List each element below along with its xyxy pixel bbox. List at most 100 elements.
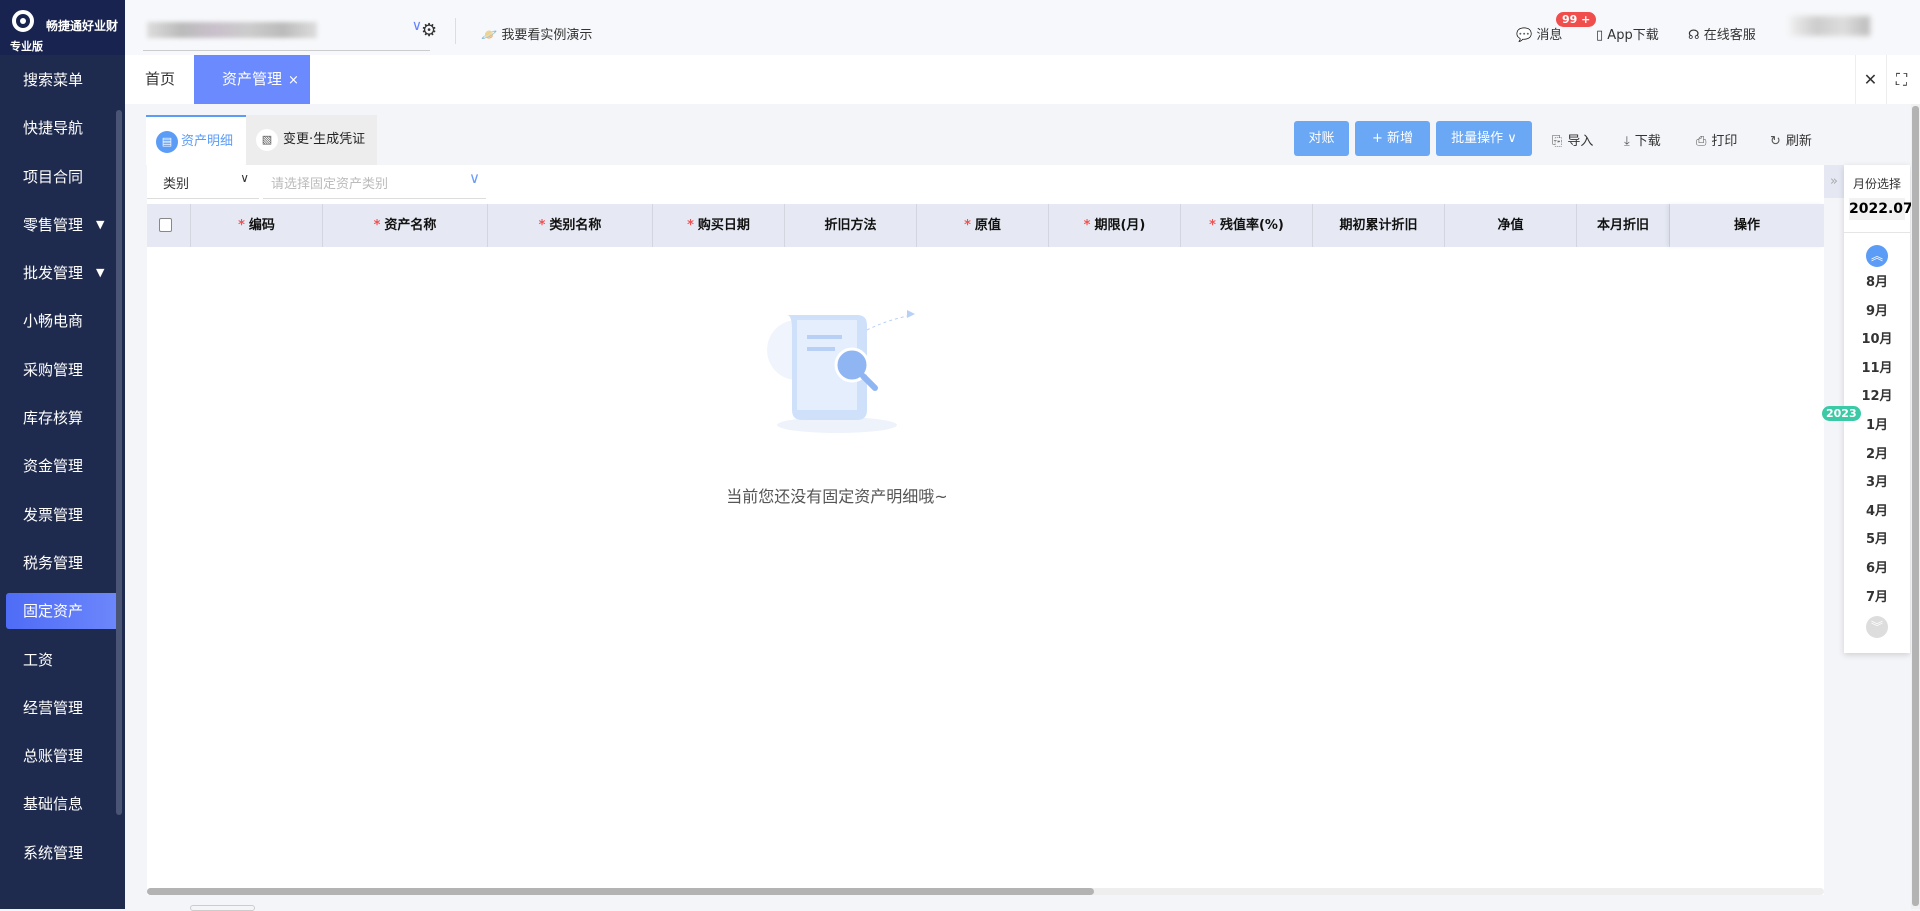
column-label: 原值 bbox=[974, 218, 1001, 233]
divider bbox=[455, 18, 456, 44]
sidebar-item-label: 零售管理 bbox=[23, 215, 84, 234]
page-scrollbar[interactable] bbox=[1911, 104, 1920, 909]
column-header: * 残值率(%) bbox=[1181, 204, 1313, 247]
sidebar-item[interactable]: 批发管理 ▼ bbox=[0, 253, 125, 301]
sidebar-item[interactable]: 经营管理 bbox=[0, 688, 125, 736]
add-button[interactable]: + 新增 bbox=[1355, 121, 1430, 156]
sidebar-item[interactable]: 固定资产 bbox=[0, 591, 125, 639]
month-item[interactable]: 5月 bbox=[1844, 526, 1910, 555]
sidebar-item[interactable]: 基础信息 bbox=[0, 784, 125, 832]
tab-home[interactable]: 首页 bbox=[145, 55, 175, 104]
message-count-badge: 99 + bbox=[1556, 12, 1597, 27]
edition-label: 专业版 bbox=[10, 40, 43, 53]
sidebar-item-label: 快捷导航 bbox=[23, 119, 84, 138]
column-label: 期初累计折旧 bbox=[1339, 218, 1418, 233]
sidebar-item[interactable]: 搜索菜单 bbox=[0, 60, 125, 108]
brand-name: 畅捷通好业财 bbox=[46, 19, 119, 33]
table-header: * 编码 * 资产名称 * 类别名称 * 购买日期 折旧方法 * 原值 * 期限(月) * 残值率(%) 期初… bbox=[147, 204, 1824, 247]
month-item[interactable]: 11月 bbox=[1844, 355, 1910, 384]
month-item[interactable]: 2月 bbox=[1844, 441, 1910, 470]
scroll-down-icon[interactable]: ︾ bbox=[1866, 616, 1888, 639]
filter-type-select[interactable]: 类别 ∨ bbox=[147, 165, 259, 199]
required-mark: * bbox=[1083, 218, 1091, 233]
close-icon[interactable]: × bbox=[288, 73, 299, 88]
user-avatar-blurred[interactable] bbox=[1790, 16, 1870, 36]
sidebar-item[interactable]: 资金管理 bbox=[0, 446, 125, 494]
messages-button[interactable]: 💬 消息 bbox=[1516, 24, 1562, 43]
caret-down-icon: ▼ bbox=[96, 217, 105, 231]
column-label: 残值率(%) bbox=[1219, 218, 1284, 233]
gear-icon[interactable]: ⚙ bbox=[421, 20, 437, 41]
chevron-down-icon: ∨ bbox=[240, 171, 249, 185]
collapse-month-panel-icon[interactable]: » bbox=[1824, 165, 1844, 198]
sidebar-item[interactable]: 工资 bbox=[0, 640, 125, 688]
column-header: * 购买日期 bbox=[653, 204, 785, 247]
month-item[interactable]: 10月 bbox=[1844, 326, 1910, 355]
sidebar-item[interactable]: 税务管理 bbox=[0, 543, 125, 591]
month-item[interactable]: 9月 bbox=[1844, 298, 1910, 327]
messages-label: 消息 bbox=[1536, 28, 1563, 43]
refresh-button[interactable]: ↻ 刷新 bbox=[1770, 130, 1812, 149]
sidebar-item[interactable]: 小畅电商 bbox=[0, 301, 125, 349]
company-name-blurred bbox=[147, 22, 317, 38]
month-item[interactable]: 4月 bbox=[1844, 498, 1910, 527]
sidebar-item[interactable]: 发票管理 bbox=[0, 495, 125, 543]
column-label: 编码 bbox=[248, 218, 275, 233]
sidebar-item[interactable]: 项目合同 bbox=[0, 157, 125, 205]
column-label: 期限(月) bbox=[1094, 218, 1146, 233]
app-download-button[interactable]: ▯ App下载 bbox=[1596, 24, 1659, 43]
month-item[interactable]: 3月 bbox=[1844, 469, 1910, 498]
refresh-label: 刷新 bbox=[1785, 134, 1812, 149]
sidebar-scrollbar[interactable] bbox=[116, 110, 122, 815]
required-mark: * bbox=[538, 218, 546, 233]
tab-asset-management[interactable]: 资产管理 × bbox=[194, 55, 310, 104]
reconcile-button[interactable]: 对账 bbox=[1294, 121, 1349, 156]
headset-icon: ☊ bbox=[1688, 28, 1700, 43]
scrollbar-thumb[interactable] bbox=[147, 888, 1094, 895]
batch-operation-button[interactable]: 批量操作 ∨ bbox=[1436, 121, 1532, 156]
subtab-change-voucher[interactable]: ▧ 变更·生成凭证 bbox=[246, 115, 377, 165]
print-button[interactable]: ⎙ 打印 bbox=[1696, 130, 1737, 149]
document-icon: ▧ bbox=[256, 129, 278, 151]
month-item[interactable]: 8月 bbox=[1844, 269, 1910, 298]
import-button[interactable]: ⎘ 导入 bbox=[1552, 130, 1593, 149]
month-list: 8月 9月 10月 11月 12月 1月 2月 3月 4月 5月 6月 7月 bbox=[1844, 269, 1910, 612]
required-mark: * bbox=[1209, 218, 1216, 233]
column-header: * 资产名称 bbox=[323, 204, 488, 247]
fullscreen-icon[interactable]: ⛶ bbox=[1886, 55, 1916, 104]
column-header: 本月折旧 bbox=[1577, 204, 1670, 247]
sidebar-item[interactable]: 总账管理 bbox=[0, 736, 125, 784]
download-button[interactable]: ⤓ 下载 bbox=[1624, 130, 1661, 149]
month-item[interactable]: 6月 bbox=[1844, 555, 1910, 584]
month-item[interactable]: 7月 bbox=[1844, 584, 1910, 613]
close-all-tabs-icon[interactable]: ✕ bbox=[1855, 55, 1885, 104]
pagination-control[interactable] bbox=[190, 905, 255, 911]
column-label: 本月折旧 bbox=[1596, 218, 1649, 233]
scroll-up-icon[interactable]: ︽ bbox=[1866, 245, 1888, 267]
category-select[interactable]: 请选择固定资产类别 ∨ bbox=[263, 165, 486, 199]
sidebar-item[interactable]: 采购管理 bbox=[0, 350, 125, 398]
demo-link[interactable]: 🪐 我要看实例演示 bbox=[481, 24, 592, 43]
column-header: 期初累计折旧 bbox=[1313, 204, 1445, 247]
company-select[interactable]: ∨ bbox=[143, 18, 430, 51]
sidebar-item-label: 税务管理 bbox=[23, 553, 84, 572]
column-header: * 原值 bbox=[917, 204, 1049, 247]
filter-type-value: 类别 bbox=[163, 177, 190, 192]
sidebar-item[interactable]: 库存核算 bbox=[0, 398, 125, 446]
page-scrollbar-thumb[interactable] bbox=[1912, 106, 1919, 906]
sidebar-nav: 搜索菜单快捷导航项目合同零售管理 ▼ 批发管理 ▼ 小畅电商 采购管理库存核算资金管理发票… bbox=[0, 60, 125, 881]
online-service-button[interactable]: ☊ 在线客服 bbox=[1688, 24, 1756, 43]
column-label: 购买日期 bbox=[697, 218, 750, 233]
sidebar-item-label: 经营管理 bbox=[23, 698, 84, 717]
sidebar-item-label: 发票管理 bbox=[23, 505, 84, 524]
select-all-checkbox[interactable] bbox=[159, 218, 172, 232]
sidebar-item-label: 库存核算 bbox=[23, 409, 84, 428]
horizontal-scrollbar[interactable] bbox=[147, 888, 1824, 895]
sidebar-item[interactable]: 快捷导航 bbox=[0, 108, 125, 156]
sidebar-item[interactable]: 零售管理 ▼ bbox=[0, 205, 125, 253]
column-header: 折旧方法 bbox=[785, 204, 917, 247]
sidebar-item[interactable]: 系统管理 bbox=[0, 833, 125, 881]
subtab-asset-detail[interactable]: ▤ 资产明细 bbox=[146, 115, 246, 165]
logo-icon bbox=[12, 10, 34, 32]
current-period: 2022.07 bbox=[1849, 198, 1913, 220]
